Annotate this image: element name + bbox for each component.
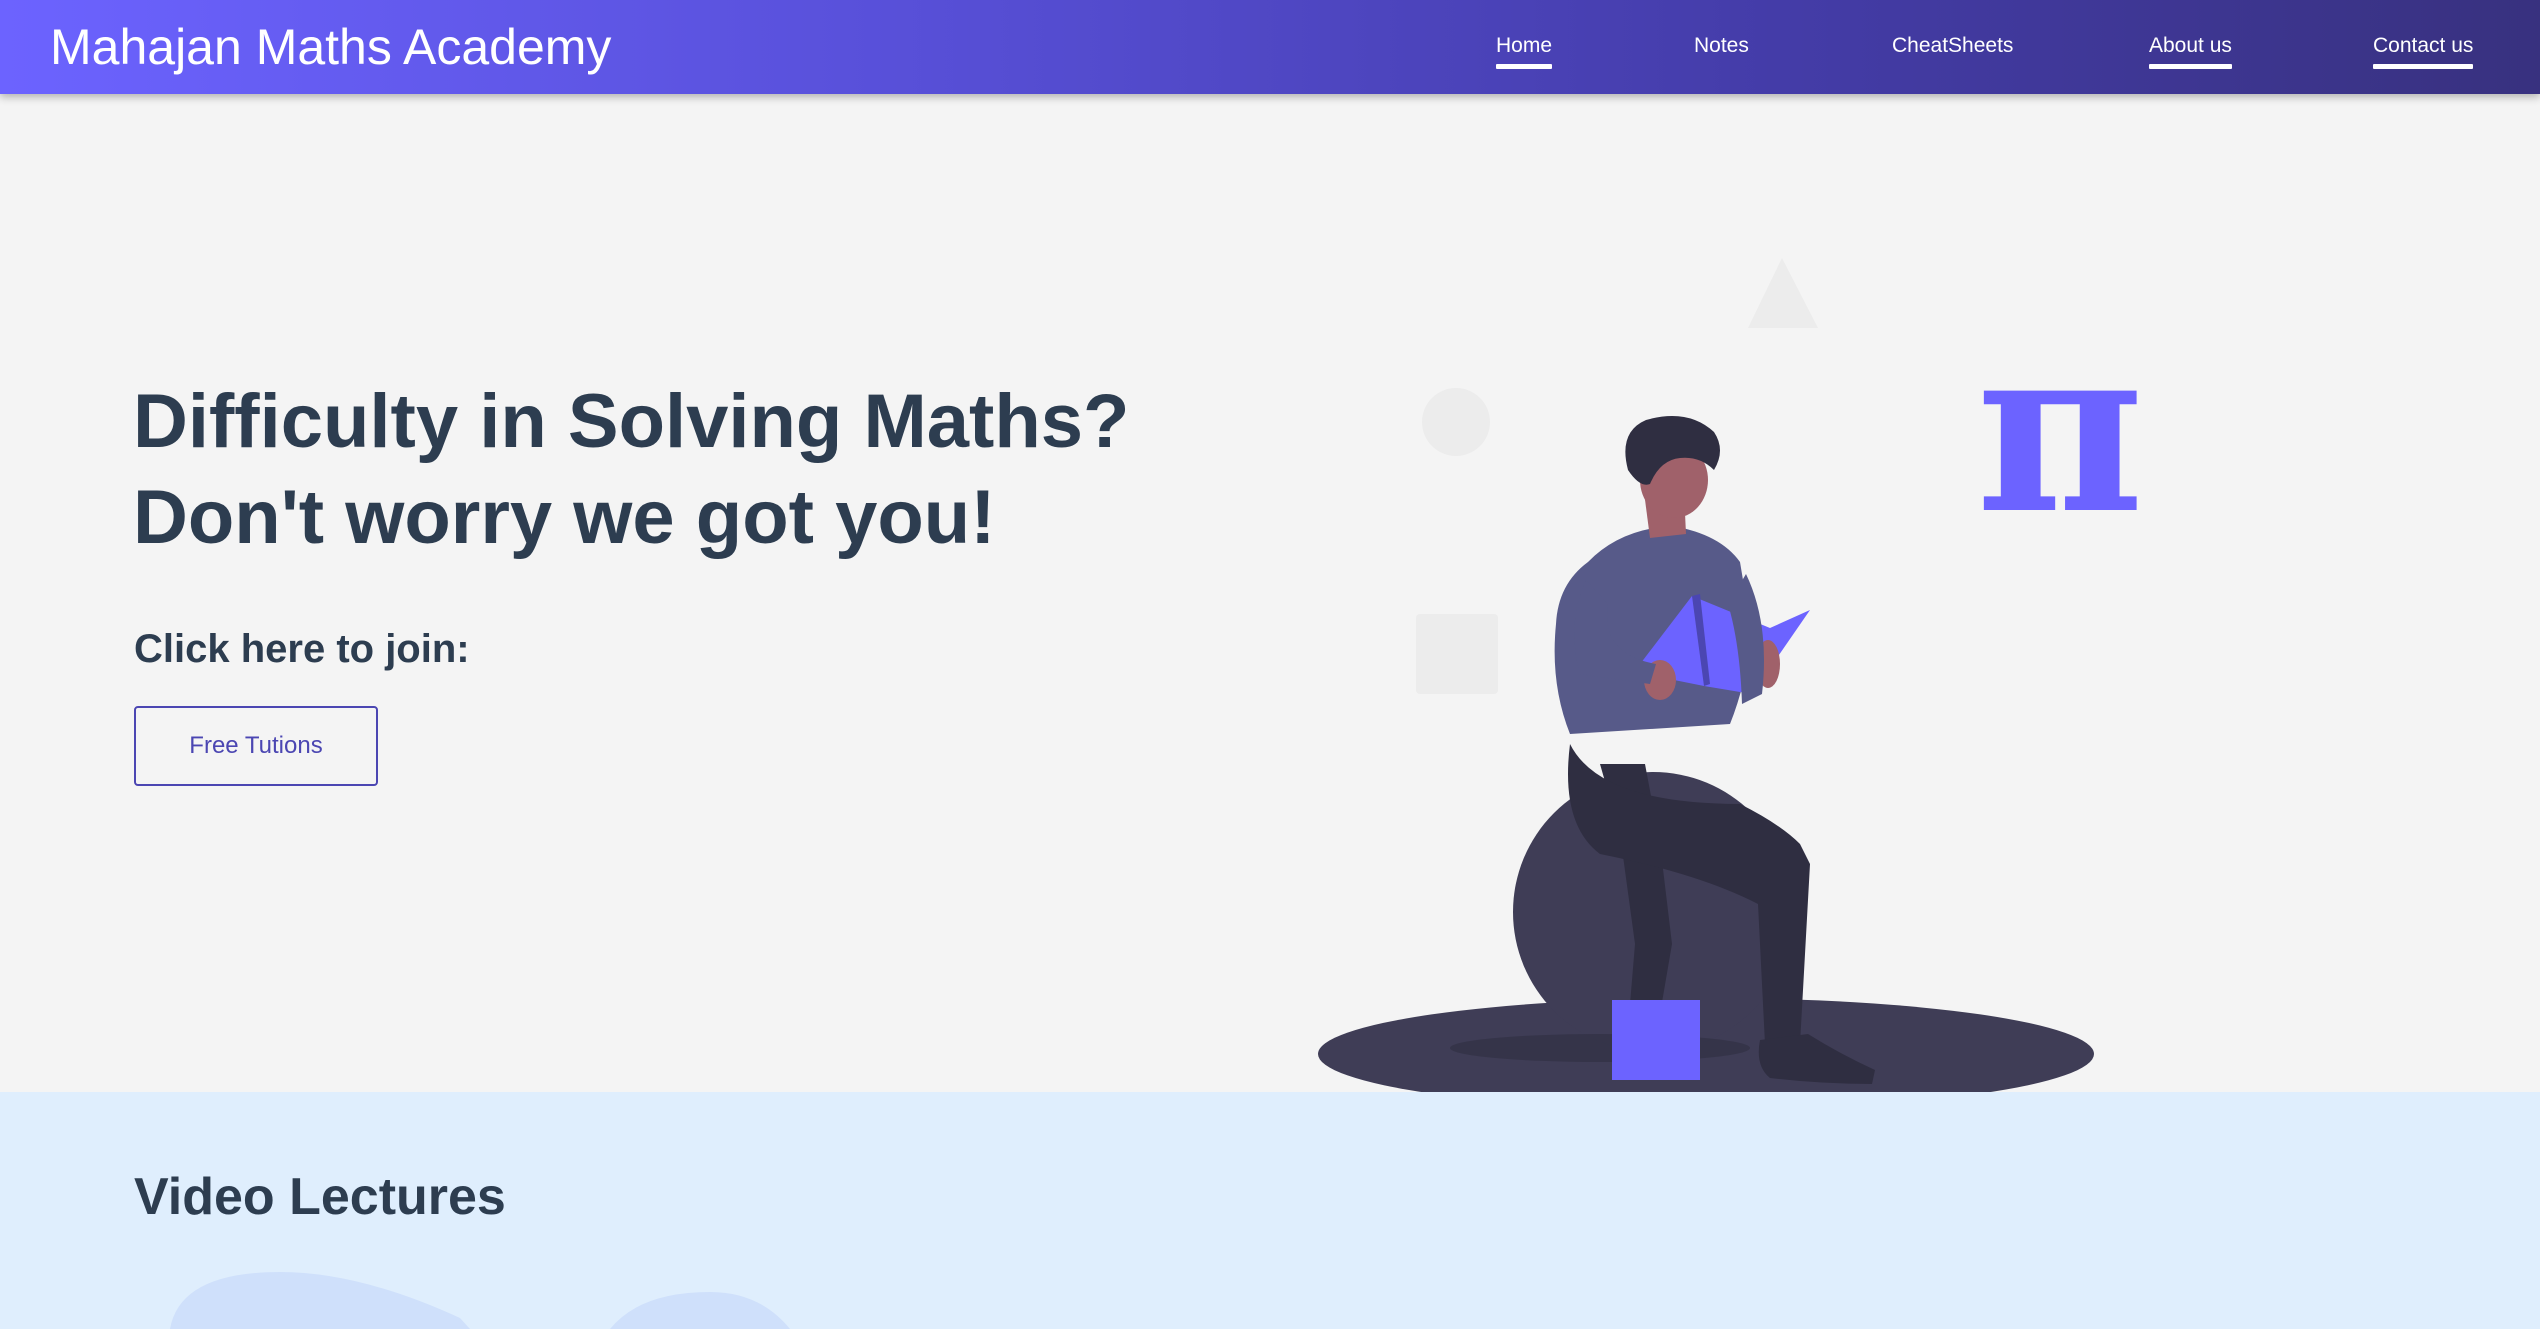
hero-headline-line2: Don't worry we got you! [133,475,996,560]
video-lectures-section: Video Lectures [0,1092,2540,1329]
hero-section: Difficulty in Solving Maths? Don't worry… [0,94,2540,1110]
student-reading-illustration: π [1318,258,2144,1110]
nav-menu: Home Notes CheatSheets About us Contact … [0,0,2540,94]
top-navbar: Mahajan Maths Academy Home Notes CheatSh… [0,0,2540,94]
join-prompt: Click here to join: [134,627,470,671]
free-tutions-button[interactable]: Free Tutions [134,706,378,786]
hero-headline-line1: Difficulty in Solving Maths? [133,379,1130,464]
video-lectures-title: Video Lectures [134,1168,506,1226]
bg-square-shape [1416,614,1498,694]
nav-link-about-us[interactable]: About us [2149,33,2232,69]
pi-icon: π [1976,295,2144,565]
nav-link-contact-us[interactable]: Contact us [2373,33,2474,69]
hero-headline: Difficulty in Solving Maths? Don't worry… [133,374,1233,566]
nav-link-cheatsheets[interactable]: CheatSheets [1892,33,2013,59]
bg-circle-shape [1422,388,1490,456]
blue-box [1612,1000,1700,1080]
bg-triangle-shape [1748,258,1818,328]
nav-link-home[interactable]: Home [1496,33,1553,69]
nav-link-notes[interactable]: Notes [1694,33,1749,59]
